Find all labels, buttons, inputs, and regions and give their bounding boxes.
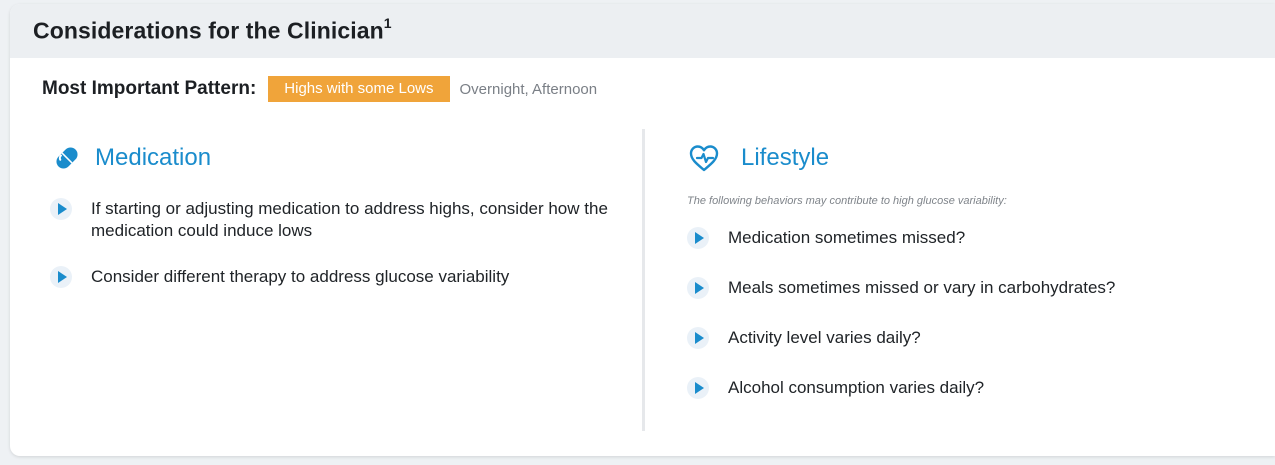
lifestyle-title: Lifestyle (741, 144, 830, 171)
card-title: Considerations for the Clinician1 (33, 15, 392, 44)
list-item-text: Medication sometimes missed? (728, 228, 966, 247)
pattern-times: Overnight, Afternoon (459, 80, 598, 98)
list-item-text: If starting or adjusting medication to a… (91, 199, 608, 240)
lifestyle-section: Lifestyle The following behaviors may co… (687, 136, 1257, 427)
list-item: Activity level varies daily? (687, 327, 1257, 349)
clinician-considerations-card: Considerations for the Clinician1 Most I… (10, 4, 1275, 456)
play-bullet-icon (687, 277, 709, 299)
list-item-text: Consider different therapy to address gl… (91, 267, 510, 286)
play-bullet-icon (50, 198, 72, 220)
column-divider (642, 129, 645, 431)
list-item: Meals sometimes missed or vary in carboh… (687, 277, 1257, 299)
list-item-text: Activity level varies daily? (728, 328, 921, 347)
play-bullet-icon (687, 377, 709, 399)
list-item: Consider different therapy to address gl… (50, 266, 610, 288)
pattern-label: Most Important Pattern: (42, 78, 257, 99)
play-bullet-icon (50, 266, 72, 288)
pattern-row: Most Important Pattern: Highs with some … (42, 76, 597, 102)
medication-section: Medication If starting or adjusting medi… (50, 136, 610, 312)
list-item-text: Alcohol consumption varies daily? (728, 378, 985, 397)
lifestyle-list: Medication sometimes missed? Meals somet… (687, 227, 1257, 399)
card-header: Considerations for the Clinician1 (10, 4, 1275, 58)
list-item: If starting or adjusting medication to a… (50, 198, 610, 242)
medication-header: Medication (50, 136, 610, 180)
lifestyle-intro: The following behaviors may contribute t… (687, 195, 1007, 207)
medication-title: Medication (95, 144, 212, 171)
pattern-badge: Highs with some Lows (268, 76, 450, 102)
lifestyle-header: Lifestyle (687, 136, 1257, 180)
medication-list: If starting or adjusting medication to a… (50, 198, 610, 288)
play-bullet-icon (687, 227, 709, 249)
list-item: Alcohol consumption varies daily? (687, 377, 1257, 399)
title-footnote[interactable]: 1 (384, 15, 392, 31)
list-item: Medication sometimes missed? (687, 227, 1257, 249)
play-bullet-icon (687, 327, 709, 349)
pill-icon (50, 141, 84, 175)
heart-pulse-icon (687, 141, 721, 175)
list-item-text: Meals sometimes missed or vary in carboh… (728, 278, 1116, 297)
